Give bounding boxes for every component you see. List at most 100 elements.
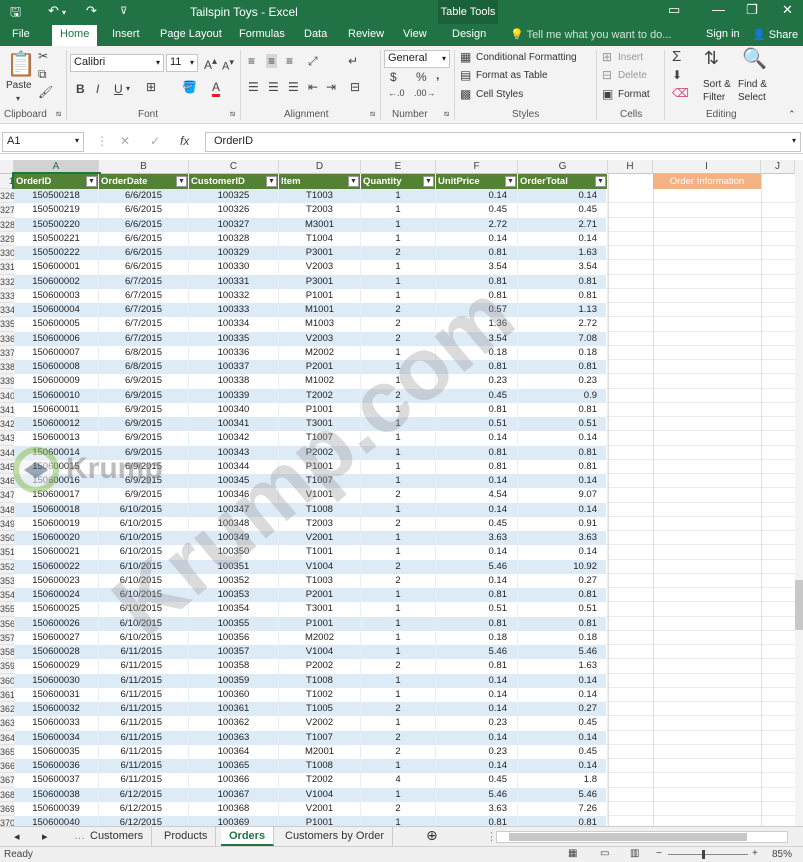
cell-ordertotal[interactable]: 0.23 — [518, 374, 608, 389]
cell-unitprice[interactable]: 1.36 — [436, 317, 518, 332]
cell-ordertotal[interactable]: 0.27 — [518, 573, 608, 588]
cell-orderid[interactable]: 150600017 — [14, 488, 99, 503]
sheet-tab-customers[interactable]: Customers — [82, 827, 153, 846]
cell-item[interactable]: V1004 — [279, 787, 361, 802]
row-header[interactable]: 332 — [0, 274, 15, 289]
cell-customerid[interactable]: 100325 — [189, 189, 279, 204]
minimize-icon[interactable]: — — [712, 2, 725, 17]
cell-ordertotal[interactable]: 0.14 — [518, 189, 608, 204]
table-header-quantity[interactable]: Quantity ▼ — [361, 174, 436, 189]
tab-page-layout[interactable]: Page Layout — [160, 28, 222, 40]
row-header[interactable]: 369 — [0, 801, 15, 816]
cell-customerid[interactable]: 100357 — [189, 645, 279, 660]
cell-customerid[interactable]: 100340 — [189, 402, 279, 417]
cell-customerid[interactable]: 100354 — [189, 602, 279, 617]
cell-unitprice[interactable]: 5.46 — [436, 645, 518, 660]
vertical-scrollbar[interactable] — [795, 160, 803, 826]
cell-customerid[interactable]: 100358 — [189, 659, 279, 674]
cell-orderdate[interactable]: 6/6/2015 — [99, 246, 189, 261]
sort-filter-button[interactable]: Sort & — [703, 79, 731, 90]
cell-ordertotal[interactable]: 0.81 — [518, 360, 608, 375]
row-header[interactable]: 350 — [0, 531, 15, 546]
find-select-button-line2[interactable]: Select — [738, 92, 766, 103]
cell-orderdate[interactable]: 6/11/2015 — [99, 673, 189, 688]
cell-item[interactable]: P2002 — [279, 445, 361, 460]
bold-button[interactable]: B — [76, 82, 85, 96]
vertical-scroll-thumb[interactable] — [795, 580, 803, 630]
column-header-j[interactable]: J — [761, 160, 795, 174]
column-header-g[interactable]: G — [518, 160, 608, 174]
middle-align-icon[interactable]: ≡ — [266, 54, 278, 68]
filter-dropdown-icon[interactable]: ▼ — [176, 176, 187, 187]
zoom-out-icon[interactable]: − — [656, 848, 662, 859]
cell-ordertotal[interactable]: 5.46 — [518, 787, 608, 802]
zoom-level[interactable]: 85% — [772, 849, 792, 860]
cell-orderdate[interactable]: 6/11/2015 — [99, 759, 189, 774]
cell-orderid[interactable]: 150600037 — [14, 773, 99, 788]
row-header[interactable]: 362 — [0, 702, 15, 717]
column-header-i[interactable]: I — [653, 160, 761, 174]
cell-orderid[interactable]: 150600013 — [14, 431, 99, 446]
cell-item[interactable]: P1001 — [279, 616, 361, 631]
cell-orderid[interactable]: 150500220 — [14, 217, 99, 232]
row-header[interactable]: 343 — [0, 431, 15, 446]
underline-button[interactable]: U — [114, 82, 123, 96]
column-header-f[interactable]: F — [436, 160, 518, 174]
cell-item[interactable]: M2002 — [279, 345, 361, 360]
insert-function-button[interactable]: fx — [180, 134, 189, 148]
cell-quantity[interactable]: 1 — [361, 602, 436, 617]
table-header-item[interactable]: Item ▼ — [279, 174, 361, 189]
cell-ordertotal[interactable]: 0.45 — [518, 203, 608, 218]
cell-unitprice[interactable]: 0.81 — [436, 402, 518, 417]
cell-orderid[interactable]: 150600009 — [14, 374, 99, 389]
cell-customerid[interactable]: 100353 — [189, 588, 279, 603]
filter-dropdown-icon[interactable]: ▼ — [348, 176, 359, 187]
cell-customerid[interactable]: 100342 — [189, 431, 279, 446]
cell-orderdate[interactable]: 6/10/2015 — [99, 588, 189, 603]
cell-unitprice[interactable]: 5.46 — [436, 559, 518, 574]
cell-item[interactable]: T2003 — [279, 203, 361, 218]
expand-formula-icon[interactable]: ▾ — [792, 136, 796, 145]
cell-orderid[interactable]: 150600001 — [14, 260, 99, 275]
cell-orderdate[interactable]: 6/11/2015 — [99, 773, 189, 788]
cell-orderdate[interactable]: 6/10/2015 — [99, 502, 189, 517]
cell-ordertotal[interactable]: 0.14 — [518, 231, 608, 246]
cell-quantity[interactable]: 1 — [361, 531, 436, 546]
cell-customerid[interactable]: 100365 — [189, 759, 279, 774]
cell-orderdate[interactable]: 6/7/2015 — [99, 288, 189, 303]
column-header-d[interactable]: D — [279, 160, 361, 174]
cell-unitprice[interactable]: 0.18 — [436, 345, 518, 360]
column-header-e[interactable]: E — [361, 160, 436, 174]
cell-orderdate[interactable]: 6/10/2015 — [99, 516, 189, 531]
filter-dropdown-icon[interactable]: ▼ — [423, 176, 434, 187]
tab-home[interactable]: Home — [52, 25, 98, 46]
row-header[interactable]: 331 — [0, 260, 15, 275]
cell-item[interactable]: T1003 — [279, 189, 361, 204]
cell-orderid[interactable]: 150600025 — [14, 602, 99, 617]
tab-design[interactable]: Design — [452, 28, 486, 40]
cell-unitprice[interactable]: 0.45 — [436, 388, 518, 403]
cell-quantity[interactable]: 1 — [361, 474, 436, 489]
cell-customerid[interactable]: 100331 — [189, 274, 279, 289]
cell-orderid[interactable]: 150600038 — [14, 787, 99, 802]
sheet-tab-customers-by-order[interactable]: Customers by Order — [277, 827, 394, 846]
cell-ordertotal[interactable]: 0.51 — [518, 417, 608, 432]
cell-quantity[interactable]: 1 — [361, 374, 436, 389]
autosum-icon[interactable]: Σ — [672, 48, 681, 65]
cell-orderid[interactable]: 150600036 — [14, 759, 99, 774]
align-left-icon[interactable]: ☰ — [248, 80, 259, 94]
cell-orderdate[interactable]: 6/9/2015 — [99, 374, 189, 389]
cell-orderdate[interactable]: 6/8/2015 — [99, 360, 189, 375]
cell-customerid[interactable]: 100326 — [189, 203, 279, 218]
cell-quantity[interactable]: 1 — [361, 203, 436, 218]
cell-item[interactable]: M1002 — [279, 374, 361, 389]
cell-orderid[interactable]: 150500222 — [14, 246, 99, 261]
cell-item[interactable]: T3001 — [279, 602, 361, 617]
row-header[interactable]: 367 — [0, 773, 15, 788]
row-header[interactable]: 368 — [0, 787, 15, 802]
cell-item[interactable]: T1007 — [279, 431, 361, 446]
cell-ordertotal[interactable]: 0.14 — [518, 759, 608, 774]
cell-orderdate[interactable]: 6/11/2015 — [99, 716, 189, 731]
cell-orderid[interactable]: 150600003 — [14, 288, 99, 303]
format-as-table-icon[interactable]: ▤ — [460, 68, 471, 82]
